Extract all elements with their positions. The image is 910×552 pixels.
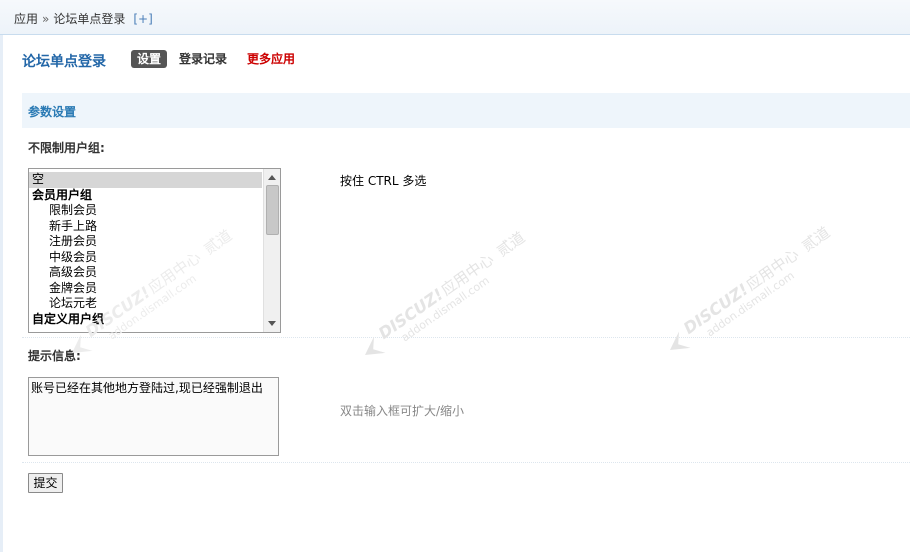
usergroup-option[interactable]: 中级会员 (29, 250, 262, 266)
usergroup-option[interactable]: 论坛元老 (29, 296, 262, 312)
usergroup-option[interactable]: 限制会员 (29, 203, 262, 219)
breadcrumb-root[interactable]: 应用 (14, 10, 38, 27)
watermark-vendor: 贰道 (798, 223, 833, 255)
option-group-label: 自定义用户组 (32, 311, 105, 326)
watermark-brand: DISCUZ! (375, 285, 447, 343)
section-header: 参数设置 (22, 93, 910, 128)
usergroup-option[interactable]: 注册会员 (29, 234, 262, 250)
tab-login-log[interactable]: 登录记录 (179, 50, 227, 68)
submit-button[interactable]: 提交 (28, 473, 63, 493)
textarea-resize-hint: 双击输入框可扩大/缩小 (340, 404, 465, 418)
row-divider (22, 462, 910, 463)
breadcrumb: 应用 » 论坛单点登录 [+] (14, 10, 153, 27)
top-bar: 应用 » 论坛单点登录 [+] (0, 0, 910, 35)
breadcrumb-current: 论坛单点登录 (53, 12, 126, 26)
usergroup-multiselect[interactable]: 空会员用户组 限制会员 新手上路 注册会员 中级会员 高级会员 金牌会员 论坛元老 自定义用户组 (28, 168, 281, 333)
option-group-label: 会员用户组 (32, 187, 93, 202)
plugin-title: 论坛单点登录 (22, 54, 106, 70)
scroll-thumb[interactable] (266, 185, 279, 235)
watermark-vendor: 贰道 (493, 228, 528, 260)
listbox-scrollbar[interactable] (263, 169, 280, 332)
watermark-domain: addon.dismall.com (704, 269, 797, 339)
tip-message-textarea[interactable]: 账号已经在其他地方登陆过,现已经强制退出 (28, 377, 279, 456)
usergroup-option[interactable]: 空 (29, 172, 262, 188)
usergroup-option[interactable]: 高级会员 (29, 265, 262, 281)
left-edge (0, 0, 3, 552)
usergroup-option[interactable]: 金牌会员 (29, 281, 262, 297)
groups-label: 不限制用户组: (28, 141, 105, 155)
usergroup-options: 空会员用户组 限制会员 新手上路 注册会员 中级会员 高级会员 金牌会员 论坛元老 自定义用户组 (29, 172, 262, 327)
watermark-center: 应用中心 (743, 245, 802, 294)
tab-settings[interactable]: 设置 (131, 50, 168, 68)
watermark-domain: addon.dismall.com (399, 274, 492, 344)
multiselect-hint: 按住 CTRL 多选 (340, 174, 427, 188)
scroll-down-icon[interactable] (268, 321, 276, 326)
scroll-up-icon[interactable] (268, 175, 276, 180)
watermark-logo: DISCUZ! 应用中心 贰道 addon.dismall.com (365, 228, 528, 355)
row-divider (22, 337, 910, 338)
usergroup-option[interactable]: 新手上路 (29, 219, 262, 235)
watermark-brand: DISCUZ! (680, 280, 752, 338)
add-shortcut-button[interactable]: [+] (133, 12, 152, 26)
watermark-center: 应用中心 (438, 250, 497, 299)
watermark-logo: DISCUZ! 应用中心 贰道 addon.dismall.com (670, 223, 833, 350)
tab-more-apps[interactable]: 更多应用 (247, 50, 295, 68)
section-title: 参数设置 (28, 105, 77, 119)
tip-label: 提示信息: (28, 349, 81, 363)
breadcrumb-separator: » (42, 12, 50, 26)
